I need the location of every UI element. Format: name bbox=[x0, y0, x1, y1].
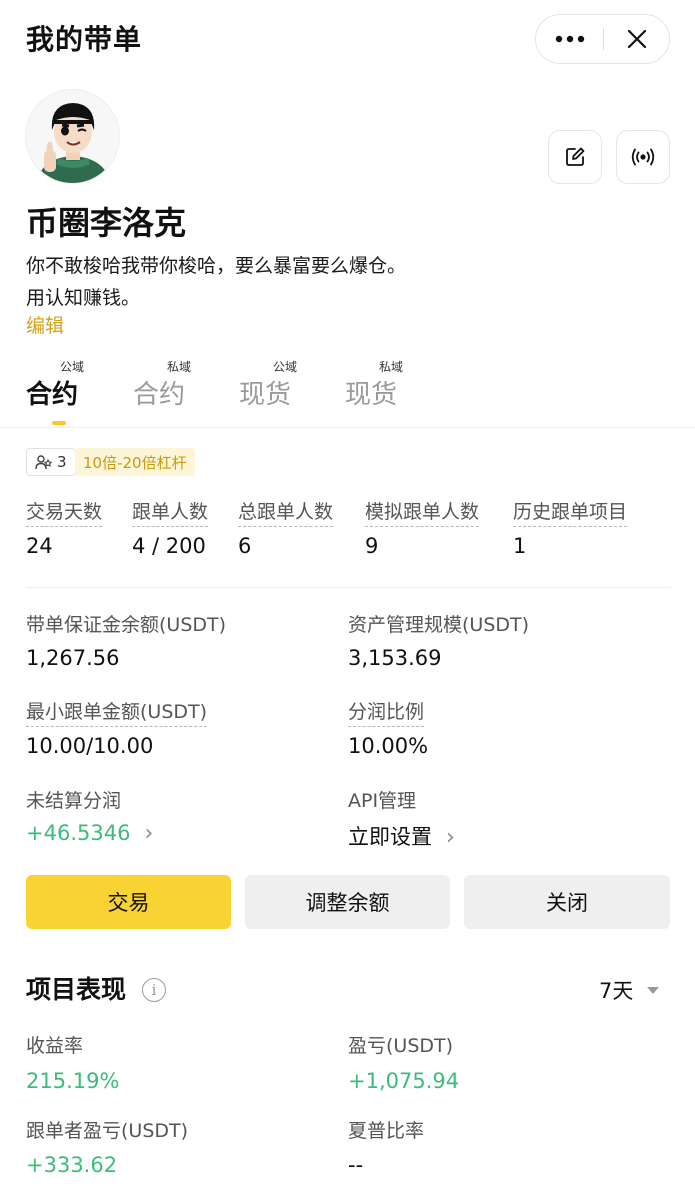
follower-count: 3 bbox=[57, 453, 67, 471]
min-copy-amount-value: 10.00/10.00 bbox=[26, 734, 154, 758]
unsettled-profit-link[interactable]: +46.5346 › bbox=[26, 821, 153, 846]
caret-down-icon bbox=[647, 986, 660, 994]
edit-icon bbox=[566, 147, 585, 166]
stat-value-demo-copiers: 9 bbox=[365, 534, 379, 558]
api-setup-text: 立即设置 bbox=[348, 825, 432, 849]
close-icon bbox=[627, 29, 647, 49]
edit-bio-link[interactable]: 编辑 bbox=[26, 311, 64, 338]
tab-label: 合约 bbox=[26, 380, 79, 410]
close-button[interactable] bbox=[604, 15, 670, 63]
unsettled-profit-label: 未结算分润 bbox=[26, 790, 122, 812]
roi-value: 215.19% bbox=[26, 1069, 120, 1093]
tab-public-futures[interactable]: 公域 合约 bbox=[26, 356, 86, 426]
close-project-button[interactable]: 关闭 bbox=[464, 875, 670, 929]
sharpe-ratio-label: 夏普比率 bbox=[348, 1120, 425, 1142]
api-setup-link[interactable]: 立即设置 › bbox=[348, 821, 455, 851]
stat-value-total-copiers: 6 bbox=[238, 534, 252, 558]
trader-nickname: 币圈李洛克 bbox=[26, 204, 187, 242]
unsettled-profit-value: +46.5346 bbox=[26, 821, 131, 845]
top-bar: 我的带单 bbox=[0, 0, 695, 76]
stat-label-trading-days[interactable]: 交易天数 bbox=[26, 497, 103, 527]
tab-tag: 私域 bbox=[167, 360, 192, 374]
tab-label: 现货 bbox=[345, 380, 398, 410]
profit-share-label[interactable]: 分润比例 bbox=[348, 697, 425, 727]
tab-private-futures[interactable]: 私域 合约 bbox=[133, 356, 193, 426]
cartoon-avatar-icon bbox=[26, 90, 119, 183]
adjust-balance-button[interactable]: 调整余额 bbox=[245, 875, 450, 929]
sharpe-ratio-value: -- bbox=[348, 1153, 364, 1177]
stat-value-trading-days: 24 bbox=[26, 534, 53, 558]
more-button[interactable] bbox=[536, 15, 603, 63]
avatar[interactable] bbox=[25, 89, 120, 184]
min-copy-amount-label[interactable]: 最小跟单金额(USDT) bbox=[26, 697, 208, 727]
margin-balance-label: 带单保证金余额(USDT) bbox=[26, 614, 227, 636]
period-value: 7天 bbox=[599, 979, 634, 1003]
active-tab-indicator bbox=[52, 421, 66, 425]
roi-label: 收益率 bbox=[26, 1035, 84, 1057]
pnl-label: 盈亏(USDT) bbox=[348, 1035, 454, 1057]
stat-label-total-copiers[interactable]: 总跟单人数 bbox=[238, 497, 334, 527]
performance-title: 项目表现 bbox=[26, 975, 127, 1004]
tab-label: 合约 bbox=[133, 380, 186, 410]
tab-tag: 私域 bbox=[379, 360, 404, 374]
stat-label-copiers[interactable]: 跟单人数 bbox=[132, 497, 209, 527]
mini-program-capsule bbox=[535, 14, 670, 64]
chevron-right-icon: › bbox=[144, 821, 154, 846]
bio-line-2: 用认知赚钱。 bbox=[26, 287, 141, 309]
tab-private-spot[interactable]: 私域 现货 bbox=[345, 356, 405, 426]
bio-line-1: 你不敢梭哈我带你梭哈，要么暴富要么爆仓。 bbox=[26, 255, 407, 277]
follower-count-chip: 3 bbox=[26, 448, 76, 476]
stat-label-demo-copiers[interactable]: 模拟跟单人数 bbox=[365, 497, 480, 527]
stat-value-copiers: 4 / 200 bbox=[132, 534, 206, 558]
tab-tag: 公域 bbox=[273, 360, 298, 374]
more-dots-icon bbox=[555, 35, 584, 43]
broadcast-button[interactable] bbox=[616, 130, 670, 184]
info-icon[interactable]: i bbox=[142, 978, 166, 1002]
profit-share-value: 10.00% bbox=[348, 734, 429, 758]
chevron-right-icon: › bbox=[446, 825, 455, 850]
period-selector[interactable]: 7天 bbox=[599, 975, 660, 1005]
edit-profile-button[interactable] bbox=[548, 130, 602, 184]
leverage-badge: 10倍-20倍杠杆 bbox=[75, 448, 195, 476]
tabs-divider bbox=[0, 427, 695, 428]
trade-button[interactable]: 交易 bbox=[26, 875, 231, 929]
stat-value-history-projects: 1 bbox=[513, 534, 527, 558]
tab-public-spot[interactable]: 公域 现货 bbox=[239, 356, 299, 426]
aum-label: 资产管理规模(USDT) bbox=[348, 614, 530, 636]
aum-value: 3,153.69 bbox=[348, 646, 442, 670]
stat-label-history-projects[interactable]: 历史跟单项目 bbox=[513, 497, 628, 527]
follower-pnl-label: 跟单者盈亏(USDT) bbox=[26, 1120, 189, 1142]
broadcast-icon bbox=[631, 148, 655, 166]
users-icon bbox=[35, 455, 53, 470]
tab-label: 现货 bbox=[239, 380, 292, 410]
api-management-label: API管理 bbox=[348, 790, 417, 812]
page-title: 我的带单 bbox=[26, 23, 143, 56]
follower-pnl-value: +333.62 bbox=[26, 1153, 118, 1177]
tab-tag: 公域 bbox=[60, 360, 85, 374]
section-divider bbox=[26, 587, 671, 588]
margin-balance-value: 1,267.56 bbox=[26, 646, 120, 670]
pnl-value: +1,075.94 bbox=[348, 1069, 460, 1093]
